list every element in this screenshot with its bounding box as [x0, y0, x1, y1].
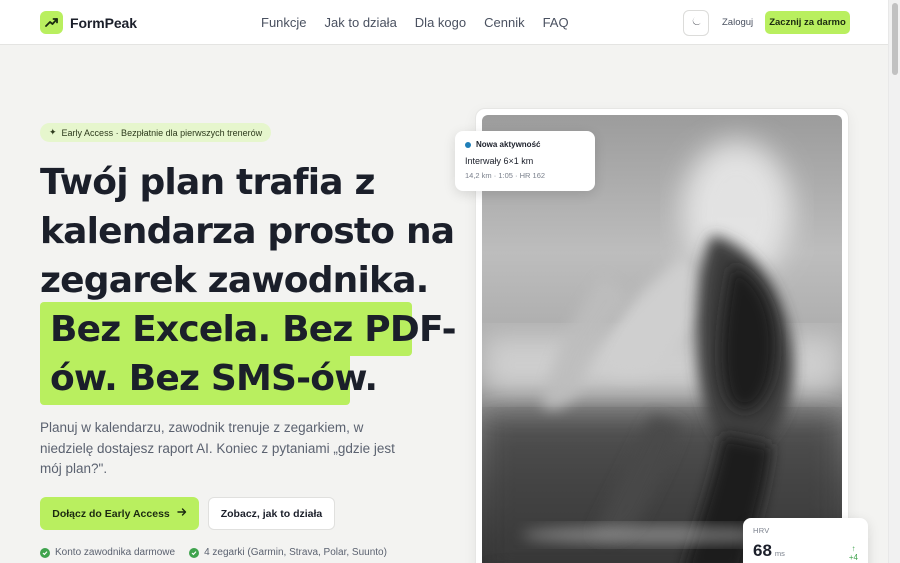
activity-name: Interwały 6×1 km: [465, 156, 534, 166]
badge-text: Early Access · Bezpłatnie dla pierwszych…: [61, 127, 263, 138]
theme-toggle-button[interactable]: [683, 10, 709, 36]
hrv-value: 68: [753, 541, 772, 560]
hero-subtitle: Planuj w kalendarzu, zawodnik trenuje z …: [40, 420, 395, 476]
sparkle-icon: ✦: [49, 127, 57, 137]
nav-link-funkcje[interactable]: Funkcje: [261, 15, 307, 30]
scrollbar-thumb[interactable]: [892, 3, 898, 75]
nav-link-jak-to-dziala[interactable]: Jak to działa: [325, 15, 397, 30]
status-dot-icon: [465, 141, 471, 148]
join-early-access-button[interactable]: Dołącz do Early Access: [40, 497, 199, 530]
check-icon: [40, 547, 50, 558]
highlight-line: ów. Bez SMS-ów.: [50, 358, 378, 399]
headline-highlight: Bez Excela. Bez PDF- ów. Bez SMS-ów.: [50, 305, 457, 403]
hero-headline: Twój plan trafia z kalendarza prosto na …: [40, 158, 455, 305]
activity-meta: 14,2 km · 1:05 · HR 162: [465, 171, 546, 180]
top-navbar: FormPeak Funkcje Jak to działa Dla kogo …: [0, 0, 888, 45]
login-link[interactable]: Zaloguj: [722, 17, 753, 28]
hrv-card: HRV 68 ms ↑ +4: [743, 518, 868, 563]
check-item: Konto zawodnika darmowe: [40, 547, 175, 558]
join-early-access-label: Dołącz do Early Access: [52, 507, 170, 520]
trend-up-icon: [40, 11, 63, 34]
highlight-line: Bez Excela. Bez PDF-: [50, 309, 457, 350]
headline-line: kalendarza prosto na: [40, 211, 455, 252]
new-activity-card: Nowa aktywność Interwały 6×1 km 14,2 km …: [455, 131, 595, 191]
nav-link-dla-kogo[interactable]: Dla kogo: [415, 15, 466, 30]
hrv-delta: ↑ +4: [849, 544, 858, 562]
arrow-up-icon: ↑: [851, 544, 856, 553]
new-activity-header: Nowa aktywność: [465, 140, 585, 149]
main-nav: Funkcje Jak to działa Dla kogo Cennik FA…: [261, 15, 569, 30]
nav-link-faq[interactable]: FAQ: [543, 15, 569, 30]
headline-line: Twój plan trafia z: [40, 162, 375, 203]
nav-link-cennik[interactable]: Cennik: [484, 15, 524, 30]
feature-checks: Konto zawodnika darmowe 4 zegarki (Garmi…: [40, 547, 387, 558]
headline-line: zegarek zawodnika.: [40, 260, 429, 301]
check-item: 4 zegarki (Garmin, Strava, Polar, Suunto…: [189, 547, 387, 558]
hrv-value-row: 68 ms: [753, 541, 858, 561]
check-label: 4 zegarki (Garmin, Strava, Polar, Suunto…: [204, 547, 387, 558]
early-access-badge: ✦ Early Access · Bezpłatnie dla pierwszy…: [40, 123, 272, 142]
new-activity-title: Nowa aktywność: [476, 140, 541, 149]
arrow-right-icon: [177, 507, 187, 520]
check-icon: [189, 547, 200, 558]
see-how-it-works-button[interactable]: Zobacz, jak to działa: [208, 497, 335, 530]
brand-name: FormPeak: [70, 14, 137, 31]
start-free-button[interactable]: Zacznij za darmo: [765, 11, 850, 34]
page-scrollbar[interactable]: [888, 0, 900, 563]
hrv-delta-value: +4: [848, 553, 858, 562]
hrv-unit: ms: [774, 549, 785, 558]
hrv-label: HRV: [753, 526, 770, 535]
brand-logo[interactable]: FormPeak: [40, 11, 137, 34]
moon-icon: [691, 14, 702, 32]
check-label: Konto zawodnika darmowe: [55, 547, 176, 558]
